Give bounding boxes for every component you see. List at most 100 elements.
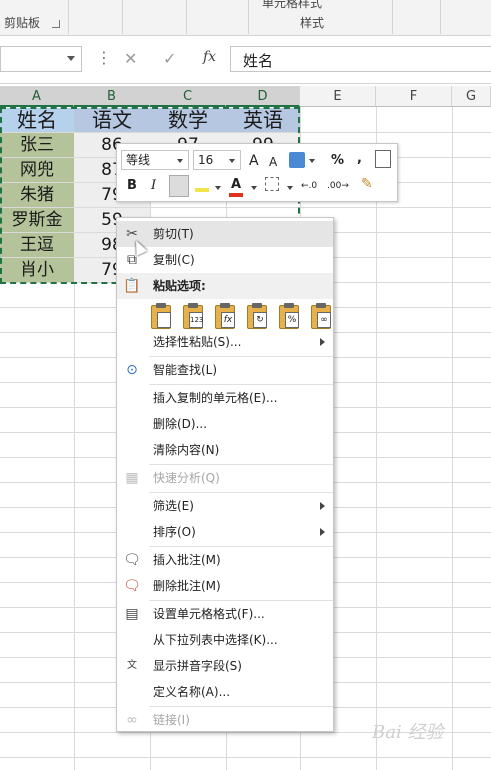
formula-bar: ⋮ ✕ ✓ fx 姓名 — [0, 36, 491, 84]
menu-item-filter[interactable]: 筛选(E) — [117, 493, 333, 519]
cell-name[interactable]: 肖小 — [0, 258, 74, 282]
menu-item-copy[interactable]: ⧉ 复制(C) — [117, 247, 333, 273]
chevron-right-icon — [320, 528, 325, 536]
menu-item-format-cells[interactable]: ▤ 设置单元格格式(F)... — [117, 601, 333, 627]
mini-toolbar: 等线 16 A A % , B I A ←.0 .00→ ✎ — [116, 143, 398, 202]
cell-name[interactable]: 王逗 — [0, 233, 74, 257]
paste-transpose-icon[interactable]: ↻ — [245, 303, 269, 329]
paste-values-icon[interactable]: 123 — [181, 303, 205, 329]
menu-item-label: 删除(D)... — [153, 417, 208, 431]
column-header-d[interactable]: D — [226, 86, 300, 107]
paste-options-header: 📋 粘贴选项: — [117, 273, 333, 299]
font-name-select[interactable]: 等线 — [121, 150, 189, 170]
comma-style-icon[interactable]: , — [357, 151, 362, 167]
phonetic-icon: 文 — [127, 660, 137, 671]
chevron-down-icon[interactable] — [309, 159, 315, 163]
italic-icon[interactable]: I — [151, 178, 156, 194]
accounting-format-icon[interactable] — [289, 152, 305, 168]
menu-item-label: 智能查找(L) — [153, 363, 218, 377]
paste-icon: 📋 — [123, 278, 141, 294]
menu-item-label: 从下拉列表中选择(K)... — [153, 633, 278, 647]
percent-icon[interactable]: % — [331, 153, 344, 169]
column-header-e[interactable]: E — [300, 86, 376, 107]
chevron-down-icon[interactable] — [215, 186, 221, 190]
cell-name[interactable]: 朱猪 — [0, 183, 74, 207]
context-menu: ✂ 剪切(T) ⧉ 复制(C) 📋 粘贴选项: 选择性粘贴(S)... ⊙ 智能… — [116, 217, 334, 732]
fill-color-icon[interactable] — [195, 178, 209, 192]
font-color-icon[interactable]: A — [229, 177, 244, 197]
paste-icon[interactable] — [149, 303, 173, 329]
menu-item-smart-lookup[interactable]: ⊙ 智能查找(L) — [117, 357, 333, 383]
menu-item-label: 插入批注(M) — [153, 553, 221, 567]
menu-item-label: 设置单元格格式(F)... — [153, 607, 265, 621]
decrease-decimal-icon[interactable]: .00→ — [327, 178, 349, 194]
paste-icon-label: 123 — [189, 312, 203, 328]
quick-analysis-icon: ▦ — [125, 470, 139, 486]
cell-name[interactable]: 张三 — [0, 133, 74, 157]
cell-header-english[interactable]: 英语 — [226, 108, 300, 132]
format-table-icon[interactable] — [375, 150, 391, 168]
menu-item-delete[interactable]: 删除(D)... — [117, 411, 333, 437]
menu-item-label: 粘贴选项: — [153, 279, 206, 293]
styles-group-label: 样式 — [300, 16, 325, 30]
cell-header-name[interactable]: 姓名 — [0, 108, 74, 132]
menu-item-label: 删除批注(M) — [153, 579, 221, 593]
format-painter-icon[interactable]: ✎ — [361, 176, 373, 192]
chevron-down-icon[interactable] — [287, 186, 293, 190]
font-size-select[interactable]: 16 — [193, 150, 241, 170]
paste-formatting-icon[interactable]: % — [277, 303, 301, 329]
menu-item-phonetic[interactable]: 文 显示拼音字段(S) — [117, 653, 333, 679]
format-cells-icon: ▤ — [125, 606, 139, 622]
borders-icon[interactable] — [265, 177, 279, 191]
menu-item-label: 复制(C) — [153, 253, 195, 267]
insert-function-icon[interactable]: fx — [203, 49, 216, 65]
menu-item-delete-comment[interactable]: 🗨 删除批注(M) — [117, 573, 333, 599]
column-header-c[interactable]: C — [150, 86, 226, 107]
menu-item-label: 快速分析(Q) — [153, 471, 220, 485]
align-center-icon[interactable] — [169, 175, 189, 197]
menu-item-label: 定义名称(A)... — [153, 685, 231, 699]
paste-icon-label: fx — [221, 312, 235, 328]
menu-item-insert-comment[interactable]: 🗨 插入批注(M) — [117, 547, 333, 573]
shrink-font-icon[interactable]: A — [269, 154, 277, 170]
cell-header-chinese[interactable]: 语文 — [74, 108, 150, 132]
chevron-right-icon — [320, 338, 325, 346]
paste-link-icon[interactable]: ∞ — [309, 303, 333, 329]
menu-item-define-name[interactable]: 定义名称(A)... — [117, 679, 333, 705]
column-header-a[interactable]: A — [0, 86, 74, 107]
name-box[interactable] — [0, 46, 82, 72]
paste-icon-label: ↻ — [253, 312, 267, 328]
column-header-b[interactable]: B — [74, 86, 150, 107]
cell-name[interactable]: 网兜 — [0, 158, 74, 182]
menu-item-insert-copied[interactable]: 插入复制的单元格(E)... — [117, 385, 333, 411]
increase-decimal-icon[interactable]: ←.0 — [301, 178, 317, 194]
cancel-icon[interactable]: ✕ — [124, 49, 137, 68]
menu-item-paste-special[interactable]: 选择性粘贴(S)... — [117, 329, 333, 355]
grow-font-icon[interactable]: A — [249, 153, 259, 169]
more-icon: ⋮ — [96, 48, 112, 67]
enter-icon[interactable]: ✓ — [163, 49, 176, 68]
menu-item-clear[interactable]: 清除内容(N) — [117, 437, 333, 463]
chevron-right-icon — [320, 502, 325, 510]
watermark: Bai 经验 — [372, 722, 444, 743]
chevron-down-icon[interactable] — [251, 186, 257, 190]
column-header-f[interactable]: F — [376, 86, 452, 107]
chevron-down-icon[interactable] — [67, 56, 75, 61]
menu-item-label: 清除内容(N) — [153, 443, 220, 457]
menu-item-label: 剪切(T) — [153, 227, 194, 241]
menu-item-label: 选择性粘贴(S)... — [153, 335, 242, 349]
cell-header-math[interactable]: 数学 — [150, 108, 226, 132]
menu-item-sort[interactable]: 排序(O) — [117, 519, 333, 545]
menu-item-pick-list[interactable]: 从下拉列表中选择(K)... — [117, 627, 333, 653]
paste-formulas-icon[interactable]: fx — [213, 303, 237, 329]
paste-icon-label: ∞ — [317, 312, 331, 328]
formula-input[interactable]: 姓名 — [230, 46, 491, 72]
column-header-g[interactable]: G — [452, 86, 491, 107]
menu-item-label: 插入复制的单元格(E)... — [153, 391, 278, 405]
cell-name[interactable]: 罗斯金 — [0, 208, 74, 232]
dialog-launcher-icon[interactable] — [52, 20, 60, 28]
cell-styles-button[interactable]: 单元格样式 — [262, 0, 322, 11]
menu-item-cut[interactable]: ✂ 剪切(T) — [117, 221, 333, 247]
clipboard-group-label: 剪贴板 — [4, 16, 41, 30]
bold-icon[interactable]: B — [127, 178, 137, 194]
